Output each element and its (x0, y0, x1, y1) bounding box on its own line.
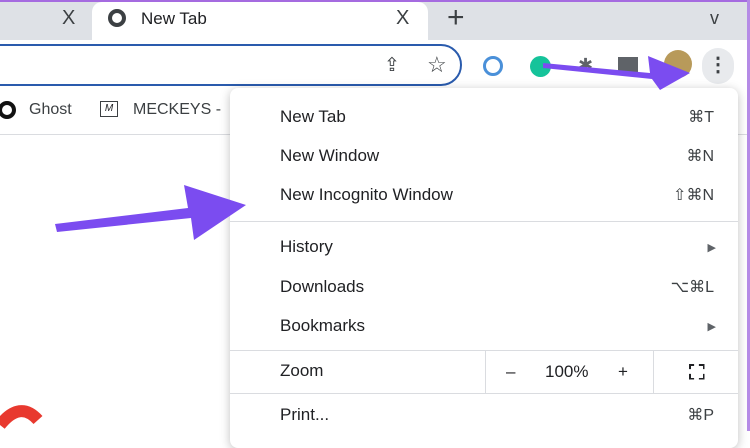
arrow-to-menu-button-icon (543, 56, 690, 90)
arrow-to-incognito-icon (55, 185, 246, 240)
annotation-arrows (55, 56, 690, 240)
